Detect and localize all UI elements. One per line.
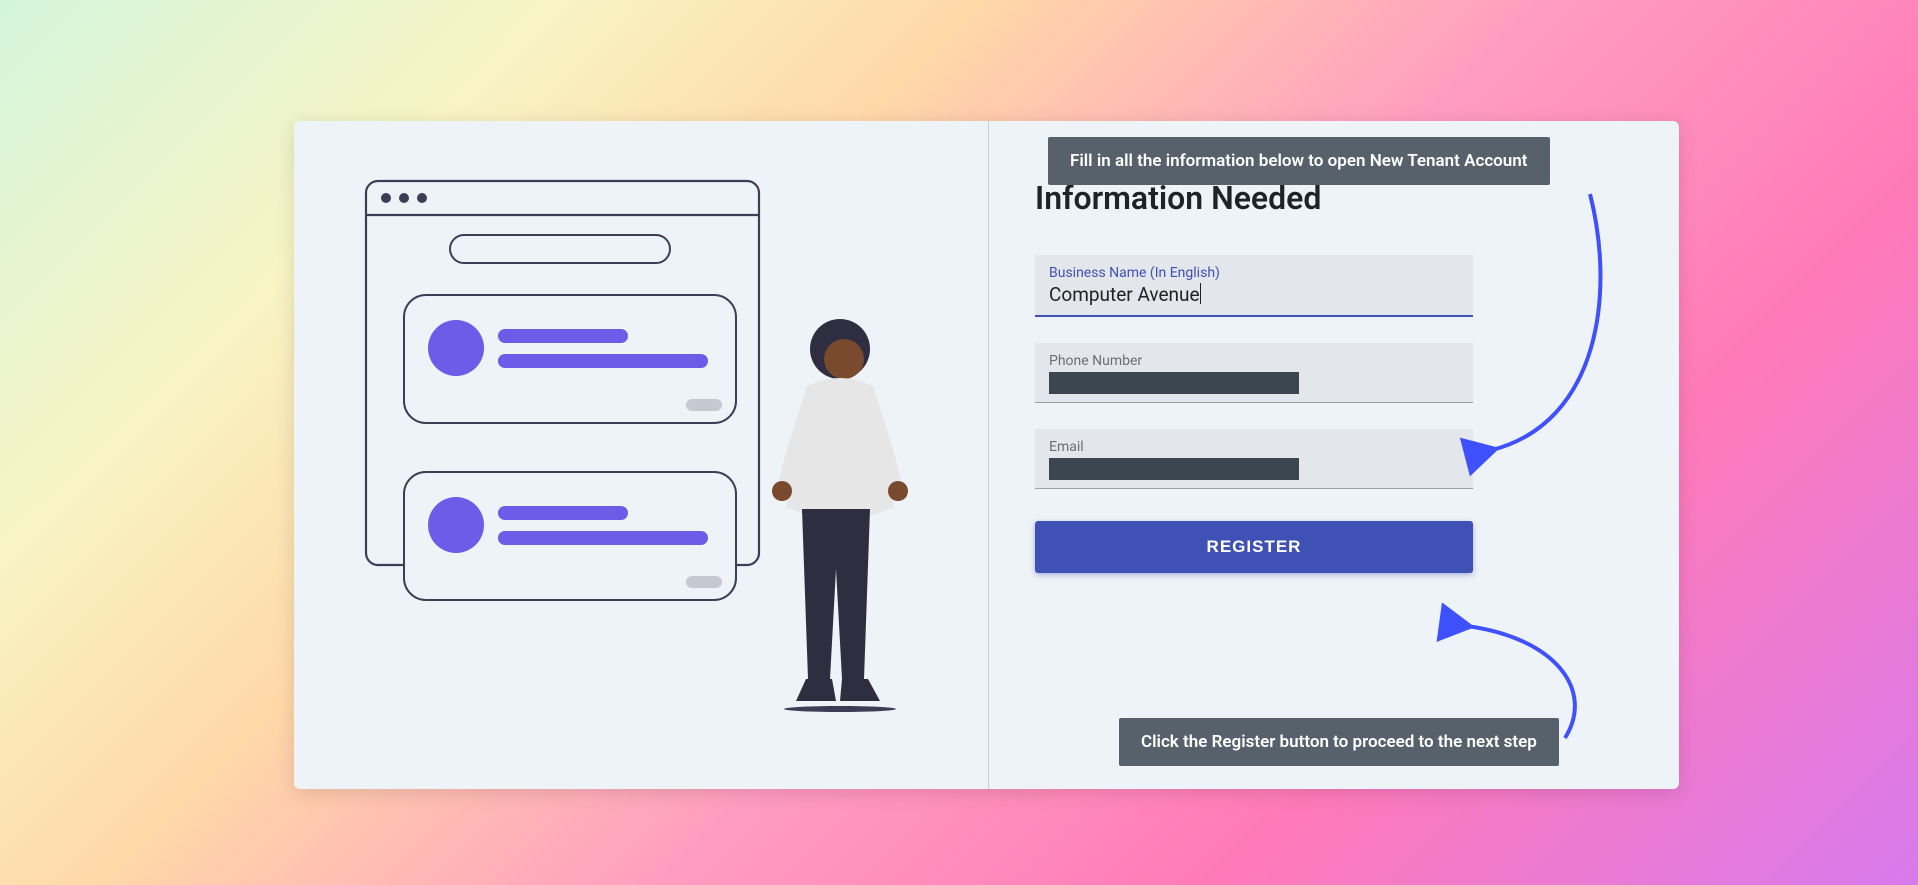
callout-fill-info: Fill in all the information below to ope… (1048, 137, 1550, 185)
phone-redacted-value (1049, 372, 1299, 394)
email-label: Email (1049, 439, 1459, 455)
business-name-value: Computer Avenue (1049, 281, 1200, 307)
business-name-field[interactable]: Business Name (In English) Computer Aven… (1035, 255, 1473, 317)
illustration-panel (294, 121, 989, 789)
email-field[interactable]: Email (1035, 429, 1473, 489)
email-redacted-value (1049, 458, 1299, 480)
business-name-label: Business Name (In English) (1049, 265, 1459, 281)
phone-field[interactable]: Phone Number (1035, 343, 1473, 403)
register-button[interactable]: REGISTER (1035, 521, 1473, 573)
arrow-to-register-icon (1455, 620, 1625, 750)
onboarding-illustration (350, 169, 970, 749)
phone-label: Phone Number (1049, 353, 1459, 369)
arrow-to-form-icon (1480, 192, 1650, 472)
registration-form: Business Name (In English) Computer Aven… (1035, 255, 1473, 573)
